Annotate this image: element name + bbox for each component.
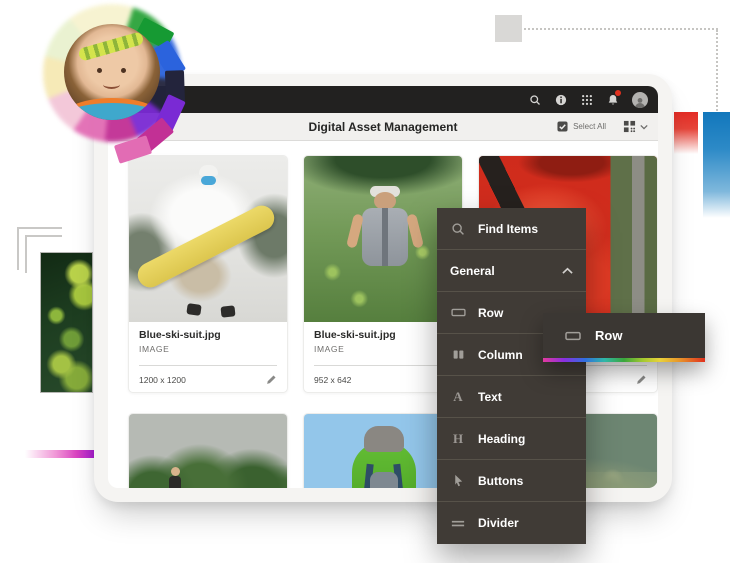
cursor-icon (450, 474, 466, 487)
menu-item-label: Text (478, 390, 502, 404)
asset-card[interactable]: Blue-ski-suit.jpg IMAGE 1200 x 1200 (128, 155, 288, 393)
asset-dimensions: 1200 x 1200 (139, 375, 186, 385)
notifications-icon[interactable] (606, 93, 619, 106)
select-all-label: Select All (573, 122, 606, 131)
component-menu: Find Items General Row Column A Text H (437, 208, 586, 544)
search-icon (450, 222, 466, 236)
row-flyout[interactable]: Row (543, 313, 705, 362)
menu-find-items[interactable]: Find Items (437, 208, 586, 250)
text-icon: A (450, 389, 466, 405)
menu-item-text[interactable]: A Text (437, 376, 586, 418)
page: Digital Asset Management Select All (0, 0, 750, 563)
pink-gradient-bar (25, 450, 94, 458)
search-icon[interactable] (528, 93, 541, 106)
divider-icon (450, 519, 466, 528)
menu-group-label: General (450, 264, 495, 278)
select-all-checkbox-icon (557, 121, 568, 132)
account-avatar[interactable] (632, 92, 648, 108)
menu-item-label: Divider (478, 516, 519, 530)
portrait-color-wheel (35, 2, 195, 158)
woman-portrait (64, 24, 160, 120)
asset-thumbnail-park (129, 414, 287, 488)
menu-item-label: Heading (478, 432, 525, 446)
asset-thumbnail-snowboarder (129, 156, 287, 322)
tree-photo-decoration (40, 252, 93, 393)
chevron-up-icon (562, 267, 573, 275)
card-view-icon (623, 120, 636, 133)
flyout-label: Row (595, 328, 622, 343)
notification-badge (615, 90, 621, 96)
menu-group-general[interactable]: General (437, 250, 586, 292)
row-icon (565, 330, 581, 342)
blue-gradient-bar (703, 112, 730, 218)
menu-item-label: Column (478, 348, 523, 362)
dotted-line-horizontal (524, 28, 718, 30)
asset-card[interactable] (128, 413, 288, 488)
select-all-button[interactable]: Select All (557, 121, 606, 132)
app-switcher-icon[interactable] (580, 93, 593, 106)
asset-dimensions: 952 x 642 (314, 375, 351, 385)
dotted-line-vertical (716, 30, 718, 114)
edit-pencil-icon[interactable] (266, 374, 277, 385)
menu-item-label: Buttons (478, 474, 523, 488)
menu-item-divider[interactable]: Divider (437, 502, 586, 544)
asset-filename: Blue-ski-suit.jpg (314, 329, 452, 341)
asset-type-label: IMAGE (139, 344, 277, 354)
view-switcher[interactable] (623, 120, 648, 133)
menu-item-buttons[interactable]: Buttons (437, 460, 586, 502)
help-icon[interactable] (554, 93, 567, 106)
column-icon (450, 349, 466, 360)
asset-type-label: IMAGE (314, 344, 452, 354)
asset-filename: Blue-ski-suit.jpg (139, 329, 277, 341)
menu-item-label: Find Items (478, 222, 538, 236)
gray-square-decoration (495, 15, 522, 42)
edit-pencil-icon[interactable] (636, 374, 647, 385)
row-icon (450, 307, 466, 318)
menu-item-heading[interactable]: H Heading (437, 418, 586, 460)
chevron-down-icon (640, 124, 648, 130)
red-gradient-bar (674, 112, 698, 154)
heading-icon: H (450, 431, 466, 447)
menu-item-label: Row (478, 306, 503, 320)
